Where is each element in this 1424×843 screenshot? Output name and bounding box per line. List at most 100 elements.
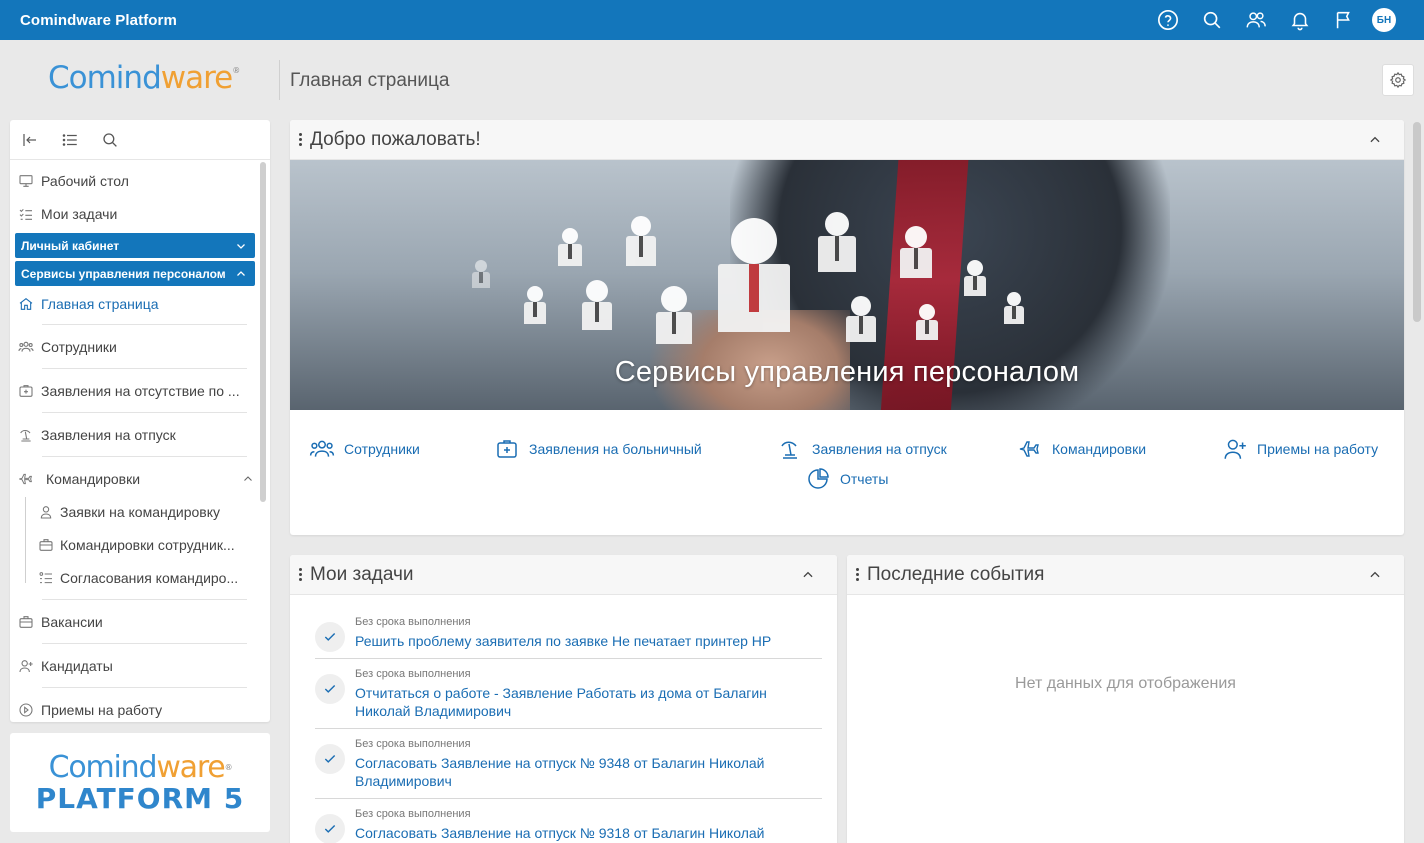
task-link[interactable]: Решить проблему заявителя по заявке Не п… xyxy=(355,632,822,650)
pie-chart-icon xyxy=(804,465,832,493)
complete-task-icon[interactable] xyxy=(315,674,345,704)
panel-title: Добро пожаловать! xyxy=(310,128,481,150)
bell-icon[interactable] xyxy=(1278,0,1322,40)
help-icon[interactable] xyxy=(1146,0,1190,40)
sidebar-item-home[interactable]: Главная страница xyxy=(10,289,258,319)
hiring-icon xyxy=(17,701,35,719)
person-icon xyxy=(37,503,55,521)
complete-task-icon[interactable] xyxy=(315,744,345,774)
sidebar-scrollbar[interactable] xyxy=(260,162,266,502)
top-bar-actions: БН xyxy=(1146,0,1404,40)
sidebar-item-hiring[interactable]: Приемы на работу xyxy=(10,693,258,722)
empty-state-text: Нет данных для отображения xyxy=(1015,675,1236,692)
sidebar-divider xyxy=(42,412,247,413)
sidebar-divider xyxy=(42,368,247,369)
task-link[interactable]: Согласовать Заявление на отпуск № 9348 о… xyxy=(355,754,822,790)
plane-icon xyxy=(17,470,35,488)
page-title: Главная страница xyxy=(290,70,450,91)
sidebar-item-absence-requests[interactable]: Заявления на отсутствие по ... xyxy=(10,374,258,407)
sidebar-divider xyxy=(42,643,247,644)
sidebar-divider xyxy=(42,456,247,457)
drag-handle-icon[interactable] xyxy=(855,568,859,581)
sidebar-toolbar xyxy=(10,120,270,160)
collapse-sidebar-icon[interactable] xyxy=(18,128,42,152)
complete-task-icon[interactable] xyxy=(315,814,345,843)
panel-title: Мои задачи xyxy=(310,563,414,585)
panel-title: Последние события xyxy=(867,563,1045,585)
quick-link-vacation[interactable]: Заявления на отпуск xyxy=(776,435,947,463)
sidebar-item-business-trips[interactable]: Командировки xyxy=(10,462,258,495)
sidebar-item-vacation-requests[interactable]: Заявления на отпуск xyxy=(10,418,258,451)
welcome-panel-header: Добро пожаловать! xyxy=(290,120,1404,160)
sidebar-item-employees[interactable]: Сотрудники xyxy=(10,330,258,363)
tasks-icon xyxy=(17,205,35,223)
flag-icon[interactable] xyxy=(1322,0,1366,40)
sidebar-item-vacancies[interactable]: Вакансии xyxy=(10,605,258,638)
navigation-sidebar: Рабочий стол Мои задачи Личный кабинет С… xyxy=(10,120,270,722)
hr-banner-image: Сервисы управления персоналом xyxy=(290,160,1404,410)
chevron-up-icon[interactable] xyxy=(1368,133,1382,147)
quick-link-reports[interactable]: Отчеты xyxy=(804,465,888,493)
settings-button[interactable] xyxy=(1382,64,1414,96)
plane-icon xyxy=(1016,435,1044,463)
page-header: Comindware® Главная страница xyxy=(0,40,1424,120)
sidebar-divider xyxy=(42,687,247,688)
sidebar-divider xyxy=(42,599,247,600)
chevron-down-icon xyxy=(235,240,247,252)
search-icon[interactable] xyxy=(1190,0,1234,40)
events-panel-header: Последние события xyxy=(847,555,1404,595)
quick-link-hiring[interactable]: Приемы на работу xyxy=(1221,435,1378,463)
sick-leave-icon xyxy=(17,382,35,400)
task-link[interactable]: Согласовать Заявление на отпуск № 9318 о… xyxy=(355,824,822,842)
quick-link-business-trips[interactable]: Командировки xyxy=(1016,435,1146,463)
welcome-panel: Добро пожаловать! Сервисы управления пер… xyxy=(290,120,1404,535)
avatar[interactable]: БН xyxy=(1372,8,1396,32)
vacation-icon xyxy=(776,435,804,463)
sidebar-group-hr-services[interactable]: Сервисы управления персоналом xyxy=(15,261,255,286)
app-name: Comindware Platform xyxy=(20,11,177,29)
main-scrollbar[interactable] xyxy=(1413,122,1421,322)
latest-events-panel: Последние события Нет данных для отображ… xyxy=(847,555,1404,843)
add-user-icon xyxy=(1221,435,1249,463)
employees-icon xyxy=(308,435,336,463)
chevron-up-icon[interactable] xyxy=(801,568,815,582)
candidate-icon xyxy=(17,657,35,675)
sidebar-item-candidates[interactable]: Кандидаты xyxy=(10,649,258,682)
header-divider xyxy=(279,60,280,100)
sidebar-item-employee-trips[interactable]: Командировки сотрудник... xyxy=(10,528,258,561)
sidebar-group-personal-cabinet[interactable]: Личный кабинет xyxy=(15,233,255,258)
sidebar-item-trip-approvals[interactable]: Согласования командиро... xyxy=(10,561,258,594)
home-icon xyxy=(17,295,35,313)
users-icon[interactable] xyxy=(1234,0,1278,40)
my-tasks-panel: Мои задачи Без срока выполнения Решить п… xyxy=(290,555,837,843)
list-view-icon[interactable] xyxy=(58,128,82,152)
task-list: Без срока выполнения Решить проблему зая… xyxy=(290,595,837,843)
chevron-up-icon xyxy=(235,268,247,280)
approval-icon xyxy=(37,569,55,587)
drag-handle-icon[interactable] xyxy=(298,568,302,581)
quick-links: Сотрудники Заявления на больничный Заявл… xyxy=(290,425,1404,505)
sidebar-item-desktop[interactable]: Рабочий стол xyxy=(10,164,258,197)
business-trips-submenu: Заявки на командировку Командировки сотр… xyxy=(10,495,258,594)
drag-handle-icon[interactable] xyxy=(298,133,302,146)
sidebar-divider xyxy=(42,324,247,325)
quick-link-sick-leave[interactable]: Заявления на больничный xyxy=(493,435,702,463)
task-item: Без срока выполнения Согласовать Заявлен… xyxy=(315,729,822,799)
medical-icon xyxy=(493,435,521,463)
chevron-up-icon[interactable] xyxy=(1368,568,1382,582)
task-item: Без срока выполнения Решить проблему зая… xyxy=(315,607,822,659)
tasks-panel-header: Мои задачи xyxy=(290,555,837,595)
task-item: Без срока выполнения Согласовать Заявлен… xyxy=(315,799,822,843)
chevron-up-icon[interactable] xyxy=(242,473,254,485)
sidebar-item-trip-requests[interactable]: Заявки на командировку xyxy=(10,495,258,528)
top-bar: Comindware Platform БН xyxy=(0,0,1424,40)
briefcase-icon xyxy=(37,536,55,554)
task-item: Без срока выполнения Отчитаться о работе… xyxy=(315,659,822,729)
sidebar-search-icon[interactable] xyxy=(98,128,122,152)
vacation-icon xyxy=(17,426,35,444)
desktop-icon xyxy=(17,172,35,190)
sidebar-item-my-tasks[interactable]: Мои задачи xyxy=(10,197,258,230)
task-link[interactable]: Отчитаться о работе - Заявление Работать… xyxy=(355,684,822,720)
complete-task-icon[interactable] xyxy=(315,622,345,652)
quick-link-employees[interactable]: Сотрудники xyxy=(308,435,420,463)
